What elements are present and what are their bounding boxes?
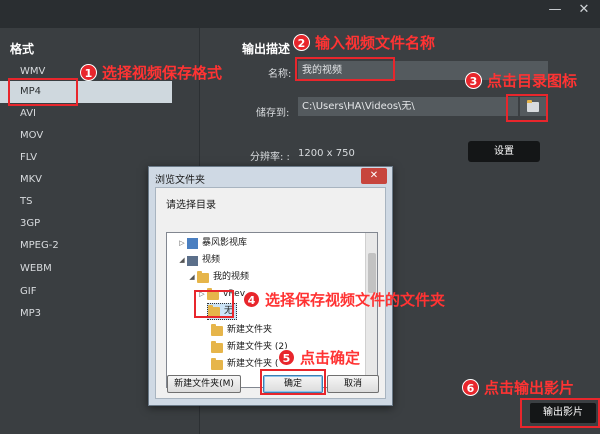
tree-item[interactable]: 新建文件夹 (2) bbox=[211, 339, 288, 356]
format-panel-title: 格式 bbox=[10, 42, 35, 56]
highlight-box-export bbox=[520, 398, 600, 428]
callout-2: 2 输入视频文件名称 bbox=[293, 32, 435, 53]
scrollbar-thumb[interactable] bbox=[368, 253, 376, 293]
tree-item-label: 我的视频 bbox=[213, 272, 250, 282]
callout-3: 3 点击目录图标 bbox=[465, 70, 577, 91]
highlight-box-name bbox=[295, 57, 395, 81]
dialog-prompt: 请选择目录 bbox=[166, 200, 216, 211]
new-folder-button[interactable]: 新建文件夹(M) bbox=[167, 375, 241, 393]
library-icon bbox=[187, 238, 198, 249]
dialog-title: 浏览文件夹 bbox=[155, 175, 205, 186]
callout-text: 点击确定 bbox=[300, 349, 361, 367]
callout-text: 选择视频保存格式 bbox=[102, 64, 223, 82]
format-item-3gp[interactable]: 3GP bbox=[0, 213, 172, 235]
format-item-mov[interactable]: MOV bbox=[0, 125, 172, 147]
tree-item[interactable]: ▷ 暴风影视库 bbox=[177, 235, 247, 252]
highlight-box-folder-icon bbox=[506, 94, 548, 122]
minimize-button[interactable]: — bbox=[542, 0, 568, 22]
highlight-box-mp4 bbox=[8, 78, 78, 106]
callout-4: 4 选择保存视频文件的文件夹 bbox=[243, 289, 445, 310]
callout-text: 输入视频文件名称 bbox=[315, 34, 436, 52]
save-to-label: 储存到: bbox=[256, 108, 290, 119]
format-item-flv[interactable]: FLV bbox=[0, 147, 172, 169]
tree-item[interactable]: ◢ 视频 bbox=[177, 252, 220, 269]
callout-number: 6 bbox=[462, 379, 479, 396]
video-library-icon bbox=[187, 255, 198, 266]
callout-1: 1 选择视频保存格式 bbox=[80, 62, 222, 83]
resolution-label: 分辨率: : bbox=[250, 152, 290, 163]
folder-icon bbox=[211, 340, 223, 353]
format-item-mp3[interactable]: MP3 bbox=[0, 303, 172, 325]
title-bar: — ✕ bbox=[0, 0, 600, 28]
collapse-arrow-icon[interactable]: ◢ bbox=[177, 252, 187, 269]
callout-text: 点击目录图标 bbox=[487, 72, 578, 90]
callout-text: 点击输出影片 bbox=[484, 379, 575, 397]
format-item-gif[interactable]: GIF bbox=[0, 281, 172, 303]
format-item-avi[interactable]: AVI bbox=[0, 103, 172, 125]
folder-icon bbox=[211, 357, 223, 370]
save-path-field[interactable]: C:\Users\HA\Videos\无\ bbox=[298, 97, 518, 116]
tree-item[interactable]: 新建文件夹 bbox=[211, 322, 272, 339]
highlight-box-folder bbox=[194, 290, 234, 318]
format-item-mpeg2[interactable]: MPEG-2 bbox=[0, 235, 172, 257]
callout-text: 选择保存视频文件的文件夹 bbox=[265, 291, 446, 309]
expand-arrow-icon[interactable]: ▷ bbox=[177, 235, 187, 252]
folder-icon bbox=[197, 270, 209, 283]
callout-6: 6 点击输出影片 bbox=[462, 377, 574, 398]
callout-number: 5 bbox=[278, 349, 295, 366]
callout-number: 1 bbox=[80, 64, 97, 81]
callout-5: 5 点击确定 bbox=[278, 347, 360, 368]
callout-number: 2 bbox=[293, 34, 310, 51]
callout-number: 3 bbox=[465, 72, 482, 89]
tree-item-label: 暴风影视库 bbox=[202, 238, 248, 248]
tree-scrollbar[interactable] bbox=[365, 233, 377, 387]
folder-icon bbox=[211, 323, 223, 336]
format-item-ts[interactable]: TS bbox=[0, 191, 172, 213]
tree-item-label: 视频 bbox=[202, 255, 221, 265]
highlight-box-ok bbox=[260, 369, 326, 395]
close-button[interactable]: ✕ bbox=[571, 0, 597, 22]
cancel-button[interactable]: 取消 bbox=[327, 375, 379, 393]
resolution-value: 1200 x 750 bbox=[298, 148, 355, 159]
tree-item-label: 新建文件夹 bbox=[227, 325, 273, 335]
dialog-close-button[interactable]: ✕ bbox=[361, 168, 387, 184]
format-item-mkv[interactable]: MKV bbox=[0, 169, 172, 191]
collapse-arrow-icon[interactable]: ◢ bbox=[187, 269, 197, 286]
format-item-webm[interactable]: WEBM bbox=[0, 258, 172, 280]
name-label: 名称: bbox=[268, 69, 292, 80]
settings-button[interactable]: 设置 bbox=[468, 141, 540, 162]
callout-number: 4 bbox=[243, 291, 260, 308]
tree-item[interactable]: ◢ 我的视频 bbox=[187, 269, 249, 286]
output-panel-title: 输出描述 bbox=[242, 42, 291, 56]
